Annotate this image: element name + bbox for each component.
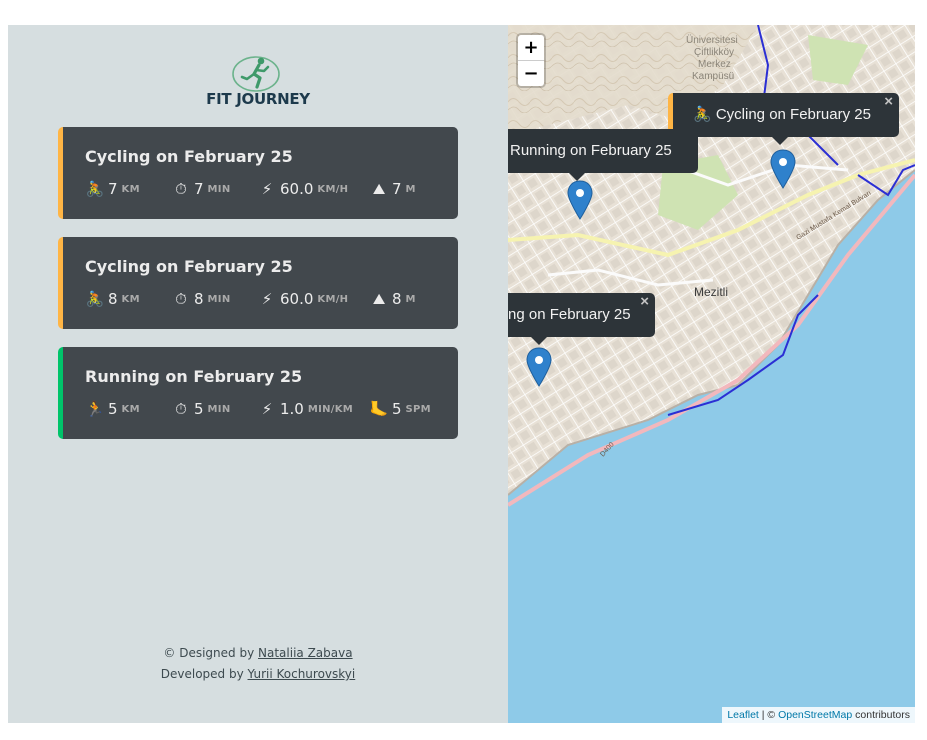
svg-text:Kampüsü: Kampüsü [692, 71, 734, 82]
zoom-in-button[interactable]: + [518, 35, 544, 61]
workout-duration: ⏱ 5 MIN [171, 399, 231, 419]
popup-text: 🚴 Cycling on February 25 [693, 106, 871, 123]
workout-distance: 🚴 7 KM [85, 180, 140, 198]
stopwatch-icon: ⏱ [175, 400, 187, 418]
popup-close-icon[interactable]: × [640, 280, 649, 324]
workout-card-cycling[interactable]: Cycling on February 25 🚴 7 KM ⏱ 7 MIN ⚡ … [58, 127, 458, 219]
popup-tip [568, 172, 586, 181]
runner-logo-icon [232, 56, 280, 92]
popup-tip [771, 136, 789, 145]
workout-duration: ⏱ 8 MIN [171, 289, 231, 309]
lightning-icon: ⚡ [261, 290, 273, 308]
stopwatch-icon: ⏱ [175, 290, 187, 308]
mountain-icon: ⛰ [372, 290, 386, 308]
workout-title: Cycling on February 25 [85, 257, 293, 276]
workout-speed: ⚡ 60.0 KM/H [257, 179, 348, 199]
workout-distance: 🏃 5 KM [85, 400, 140, 418]
lightning-icon: ⚡ [261, 400, 273, 418]
svg-text:Çiftlikköy: Çiftlikköy [694, 47, 734, 58]
workout-details: 🚴 8 KM ⏱ 8 MIN ⚡ 60.0 KM/H ⛰ 8 M [85, 289, 448, 313]
popup-close-icon[interactable]: × [884, 80, 893, 124]
workout-title: Cycling on February 25 [85, 147, 293, 166]
logo-text: FIT JOURNEY [206, 90, 310, 108]
leaflet-link[interactable]: Leaflet [727, 709, 759, 721]
workout-distance: 🚴 8 KM [85, 290, 140, 308]
map-attribution: Leaflet | © OpenStreetMap contributors [722, 707, 915, 723]
logo[interactable]: FIT JOURNEY [198, 55, 318, 111]
workout-details: 🚴 7 KM ⏱ 7 MIN ⚡ 60.0 KM/H ⛰ 7 M [85, 179, 448, 203]
popup-tip [530, 336, 548, 345]
map-popup-cycling[interactable]: 🚴 Cycling on February 25 × [668, 93, 899, 145]
foot-icon: 🦶 [369, 400, 389, 418]
mountain-icon: ⛰ [372, 180, 386, 198]
bicycle-icon: 🚴 [85, 180, 105, 198]
popup-text: ng on February 25 [508, 306, 631, 323]
map[interactable]: Üniversitesi Çiftlikköy Merkez Kampüsü M… [508, 25, 915, 723]
svg-text:Merkez: Merkez [698, 59, 731, 70]
svg-text:Üniversitesi: Üniversitesi [686, 34, 738, 46]
workout-pace: ⚡ 1.0 MIN/KM [257, 399, 353, 419]
zoom-control: + − [518, 35, 544, 86]
workout-card-cycling[interactable]: Cycling on February 25 🚴 8 KM ⏱ 8 MIN ⚡ … [58, 237, 458, 329]
popup-text: Running on February 25 [510, 142, 672, 159]
svg-text:Mezitli: Mezitli [694, 285, 728, 299]
zoom-out-button[interactable]: − [518, 61, 544, 86]
workout-speed: ⚡ 60.0 KM/H [257, 289, 348, 309]
designer-link[interactable]: Nataliia Zabava [258, 646, 353, 660]
lightning-icon: ⚡ [261, 180, 273, 198]
copyright: © Designed by Nataliia Zabava Developed … [160, 646, 356, 681]
developer-link[interactable]: Yurii Kochurovskyi [248, 667, 356, 681]
workout-title: Running on February 25 [85, 367, 303, 386]
map-popup-running[interactable]: Running on February 25 [508, 129, 698, 181]
workout-cadence: 🦶 5 SPM [369, 400, 431, 418]
workout-elevation: ⛰ 7 M [369, 179, 416, 199]
map-popup-running[interactable]: ng on February 25 × [508, 293, 655, 345]
stopwatch-icon: ⏱ [175, 180, 187, 198]
workout-details: 🏃 5 KM ⏱ 5 MIN ⚡ 1.0 MIN/KM 🦶 5 SPM [85, 399, 448, 423]
workout-card-running[interactable]: Running on February 25 🏃 5 KM ⏱ 5 MIN ⚡ … [58, 347, 458, 439]
bicycle-icon: 🚴 [85, 290, 105, 308]
osm-link[interactable]: OpenStreetMap [778, 709, 852, 721]
sidebar: FIT JOURNEY Cycling on February 25 🚴 7 K… [8, 25, 508, 723]
runner-icon: 🏃 [85, 400, 105, 418]
workout-duration: ⏱ 7 MIN [171, 179, 231, 199]
workout-elevation: ⛰ 8 M [369, 289, 416, 309]
